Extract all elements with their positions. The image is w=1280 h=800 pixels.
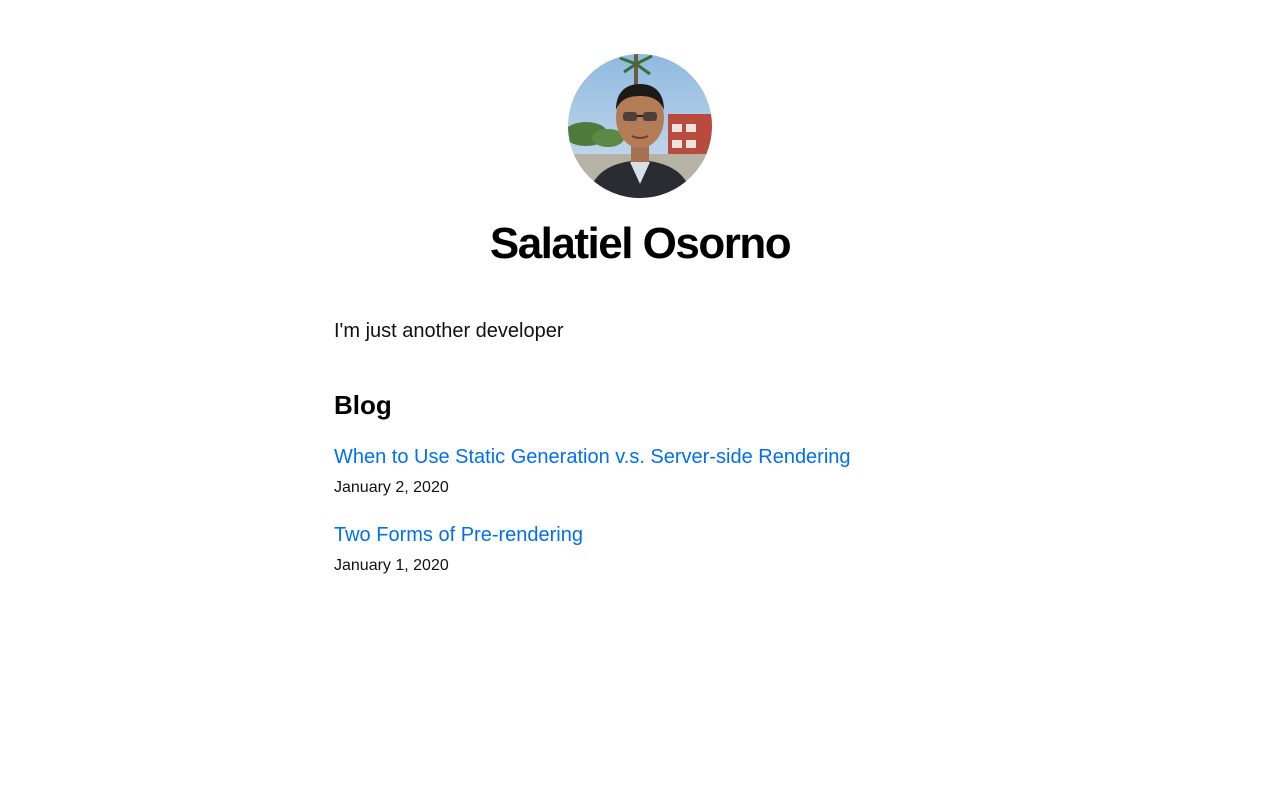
blog-heading: Blog [334, 389, 392, 420]
page-title: Salatiel Osorno [489, 219, 792, 268]
page-container: Salatiel Osorno I'm just another develop… [334, 0, 946, 578]
post-date: January 1, 2020 [334, 556, 449, 574]
list-item: Two Forms of Pre-rendering January 1, 20… [334, 521, 946, 579]
post-link[interactable]: Two Forms of Pre-rendering [334, 521, 583, 549]
profile-header: Salatiel Osorno [334, 54, 946, 271]
intro-section: I'm just another developer [334, 315, 946, 347]
intro-text: I'm just another developer [334, 319, 564, 342]
avatar [568, 54, 712, 198]
post-link[interactable]: When to Use Static Generation v.s. Serve… [334, 443, 851, 471]
post-date: January 2, 2020 [334, 479, 449, 497]
list-item: When to Use Static Generation v.s. Serve… [334, 443, 946, 501]
blog-section: Blog When to Use Static Generation v.s. … [334, 387, 946, 579]
post-list: When to Use Static Generation v.s. Serve… [334, 443, 946, 578]
